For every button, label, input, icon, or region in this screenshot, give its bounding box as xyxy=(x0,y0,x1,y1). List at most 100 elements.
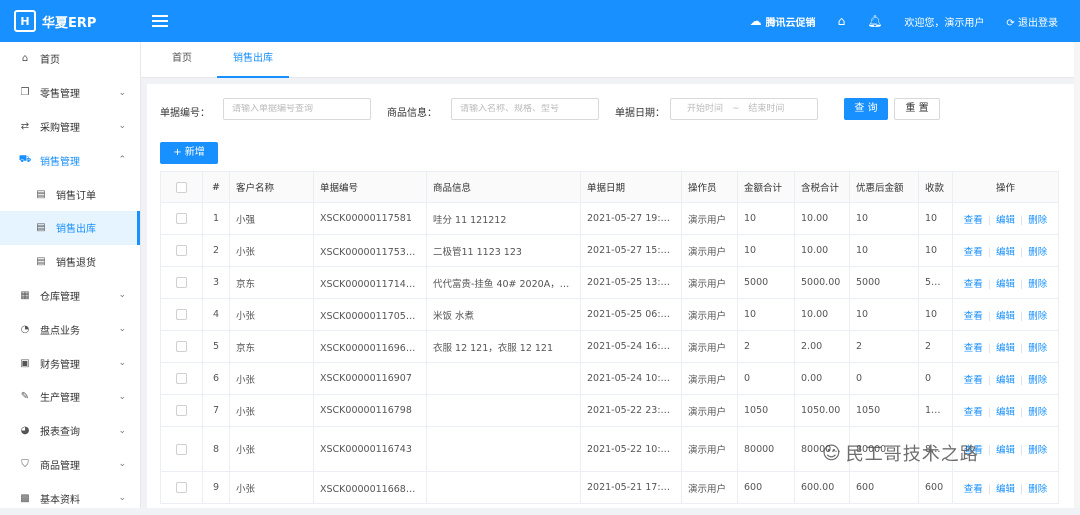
sidebar-item-4[interactable]: ▤ 销售订单 xyxy=(0,177,140,211)
cloud-promo-link[interactable]: ☁ 腾讯云促销 xyxy=(750,14,816,29)
bill-number-input[interactable] xyxy=(232,104,370,114)
sidebar-item-label: 首页 xyxy=(40,55,60,67)
select-all-checkbox[interactable] xyxy=(160,171,203,203)
sidebar-item-11[interactable]: ◕ 报表查询 ⌄ xyxy=(0,414,140,448)
sidebar-item-2[interactable]: ⇄ 采购管理 ⌄ xyxy=(0,110,140,144)
row-checkbox[interactable] xyxy=(160,298,203,331)
sidebar-item-label: 销售订单 xyxy=(56,190,96,202)
view-link[interactable]: 查看 xyxy=(964,311,983,322)
bill-number-cell: XSCK00000116688[转] xyxy=(313,471,427,504)
action-divider: | xyxy=(987,246,991,258)
edit-link[interactable]: 编辑 xyxy=(996,247,1015,258)
bill-number-cell: XSCK00000116964[转] xyxy=(313,330,427,363)
discounted-cell: 10 xyxy=(849,234,919,267)
edit-link[interactable]: 编辑 xyxy=(996,215,1015,226)
view-link[interactable]: 查看 xyxy=(964,407,983,418)
row-checkbox[interactable] xyxy=(160,234,203,267)
row-checkbox[interactable] xyxy=(160,266,203,299)
doc-icon: ▤ xyxy=(36,256,46,268)
bill-date-label: 单据日期： xyxy=(615,108,665,119)
bill-number-label: 单据编号： xyxy=(160,108,210,119)
date-cell: 2021-05-25 13:52:28 xyxy=(580,266,682,299)
delete-link[interactable]: 删除 xyxy=(1028,215,1047,226)
sidebar-item-10[interactable]: ✎ 生产管理 ⌄ xyxy=(0,380,140,414)
date-cell: 2021-05-24 16:28:05 xyxy=(580,330,682,363)
bell-icon[interactable]: 🔔︎ xyxy=(867,14,882,28)
delete-link[interactable]: 删除 xyxy=(1028,484,1047,495)
sidebar-item-1[interactable]: ❒ 零售管理 ⌄ xyxy=(0,76,140,110)
sidebar-item-12[interactable]: ⛉ 商品管理 ⌄ xyxy=(0,448,140,482)
customer-cell: 小强 xyxy=(229,202,314,235)
logout-link[interactable]: ⟳ 退出登录 xyxy=(1006,14,1058,29)
action-divider: | xyxy=(987,445,991,456)
action-divider: | xyxy=(987,483,991,495)
row-checkbox[interactable] xyxy=(160,202,203,235)
sidebar-item-9[interactable]: ▣ 财务管理 ⌄ xyxy=(0,346,140,380)
amount-cell: 1050 xyxy=(737,394,795,427)
sidebar-item-7[interactable]: ▦ 仓库管理 ⌄ xyxy=(0,279,140,313)
reset-button[interactable]: 重 置 xyxy=(894,98,940,120)
col-header-actions: 操作 xyxy=(952,171,1059,203)
sidebar-item-label: 财务管理 xyxy=(40,359,80,371)
table-row: 1 小强 XSCK00000117581 哇分 11 121212 2021-05-27… xyxy=(160,202,1059,235)
row-checkbox[interactable] xyxy=(160,362,203,395)
tab-bar: 首页 销售出库 xyxy=(141,42,1080,78)
add-button[interactable]: + 新增 xyxy=(160,142,218,164)
amount-cell: 10 xyxy=(737,234,795,267)
sidebar-item-label: 报表查询 xyxy=(40,427,80,439)
sidebar-item-3[interactable]: ⛟ 销售管理 ⌃ xyxy=(0,143,140,177)
customer-cell: 小张 xyxy=(229,471,314,504)
row-checkbox[interactable] xyxy=(160,471,203,504)
delete-link[interactable]: 删除 xyxy=(1028,445,1047,456)
sidebar-item-6[interactable]: ▤ 销售退货 xyxy=(0,245,140,279)
sidebar-item-5[interactable]: ▤ 销售出库 xyxy=(0,210,140,245)
view-link[interactable]: 查看 xyxy=(964,215,983,226)
delete-link[interactable]: 删除 xyxy=(1028,247,1047,258)
col-header-tax-amount: 含税合计 xyxy=(794,171,850,203)
logo[interactable]: H 华夏ERP xyxy=(14,0,96,42)
delete-link[interactable]: 删除 xyxy=(1028,311,1047,322)
tax-amount-cell: 10.00 xyxy=(794,298,850,331)
table-row: 6 小张 XSCK00000116907 2021-05-24 10:52:23 演示用… xyxy=(160,362,1059,395)
delete-link[interactable]: 删除 xyxy=(1028,375,1047,386)
edit-link[interactable]: 编辑 xyxy=(996,375,1015,386)
view-link[interactable]: 查看 xyxy=(964,343,983,354)
action-divider: | xyxy=(1020,278,1024,290)
date-range-picker[interactable]: 开始时间 ~ 结束时间 xyxy=(670,98,818,120)
row-checkbox[interactable] xyxy=(160,394,203,427)
delete-link[interactable]: 删除 xyxy=(1028,343,1047,354)
action-divider: | xyxy=(1020,445,1024,456)
edit-link[interactable]: 编辑 xyxy=(996,343,1015,354)
edit-link[interactable]: 编辑 xyxy=(996,407,1015,418)
row-checkbox[interactable] xyxy=(160,426,203,472)
goods-info-label: 商品信息： xyxy=(387,108,437,119)
tab-sales-outbound[interactable]: 销售出库 xyxy=(217,42,289,78)
edit-link[interactable]: 编辑 xyxy=(996,279,1015,290)
sidebar-item-0[interactable]: ⌂ 首页 xyxy=(0,42,140,76)
operator-cell: 演示用户 xyxy=(681,298,738,331)
bank-icon[interactable]: ⌂ xyxy=(838,14,846,28)
goods-info-input[interactable] xyxy=(460,104,598,114)
vertical-scrollbar[interactable] xyxy=(1074,42,1080,508)
view-link[interactable]: 查看 xyxy=(964,247,983,258)
query-button[interactable]: 查 询 xyxy=(844,98,888,120)
col-header-received: 收款 xyxy=(918,171,953,203)
row-checkbox[interactable] xyxy=(160,330,203,363)
delete-link[interactable]: 删除 xyxy=(1028,279,1047,290)
edit-link[interactable]: 编辑 xyxy=(996,445,1015,456)
sidebar-item-8[interactable]: ◔ 盘点业务 ⌄ xyxy=(0,312,140,346)
menu-toggle-icon[interactable] xyxy=(152,12,168,28)
edit-link[interactable]: 编辑 xyxy=(996,484,1015,495)
bill-number-cell: XSCK00000117142[转] xyxy=(313,266,427,299)
action-divider: | xyxy=(1020,374,1024,386)
delete-link[interactable]: 删除 xyxy=(1028,407,1047,418)
operator-cell: 演示用户 xyxy=(681,394,738,427)
sidebar-item-13[interactable]: ▩ 基本资料 ⌄ xyxy=(0,481,140,515)
action-divider: | xyxy=(987,310,991,322)
view-link[interactable]: 查看 xyxy=(964,484,983,495)
chevron-down-icon: ⌄ xyxy=(118,87,126,98)
tab-home[interactable]: 首页 xyxy=(153,42,211,78)
view-link[interactable]: 查看 xyxy=(964,279,983,290)
edit-link[interactable]: 编辑 xyxy=(996,311,1015,322)
view-link[interactable]: 查看 xyxy=(964,375,983,386)
